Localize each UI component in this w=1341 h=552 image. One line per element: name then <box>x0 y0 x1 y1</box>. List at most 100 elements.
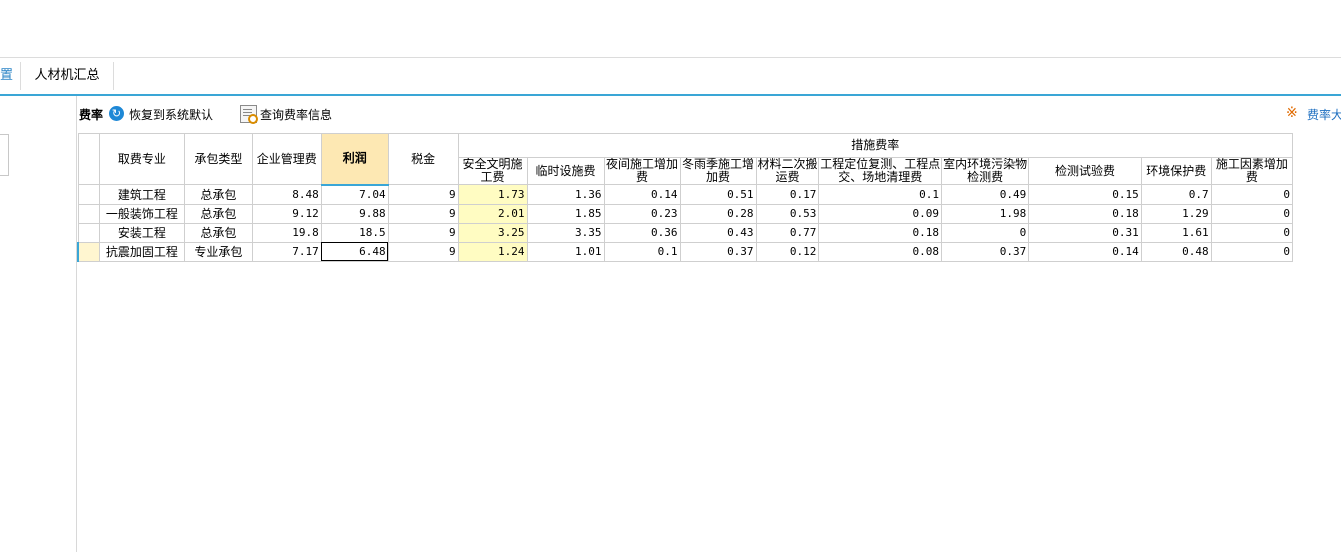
table-cell[interactable]: 0.49 <box>941 184 1030 205</box>
column-header[interactable]: 工程定位复测、工程点交、场地清理费 <box>818 157 943 185</box>
column-header[interactable]: 税金 <box>387 133 459 185</box>
row-indicator[interactable] <box>76 241 100 262</box>
column-header[interactable]: 环境保护费 <box>1140 157 1212 185</box>
table-cell[interactable]: 0.48 <box>1140 241 1212 262</box>
table-cell[interactable]: 0.1 <box>818 184 943 205</box>
table-cell[interactable]: 0.77 <box>755 222 820 243</box>
table-cell-selected[interactable]: 6.48 <box>320 241 389 262</box>
table-cell[interactable]: 抗震加固工程 <box>98 241 185 262</box>
table-cell[interactable]: 0.18 <box>818 222 943 243</box>
table-cell[interactable]: 0.12 <box>755 241 820 262</box>
table-row[interactable]: 一般装饰工程 总承包 9.12 9.88 9 2.01 1.85 0.23 0.… <box>77 203 1294 224</box>
column-header[interactable]: 夜间施工增加费 <box>603 157 681 185</box>
query-fee-rate-button[interactable]: 查询费率信息 <box>260 106 332 123</box>
table-cell[interactable]: 0.1 <box>603 241 681 262</box>
table-cell[interactable]: 19.8 <box>251 222 322 243</box>
table-cell[interactable]: 1.73 <box>457 184 528 205</box>
table-cell[interactable]: 0.36 <box>603 222 681 243</box>
table-row[interactable]: 建筑工程 总承包 8.48 7.04 9 1.73 1.36 0.14 0.51… <box>77 184 1294 205</box>
table-cell[interactable]: 0.14 <box>603 184 681 205</box>
table-cell[interactable]: 7.17 <box>251 241 322 262</box>
table-cell[interactable]: 0.18 <box>1028 203 1142 224</box>
table-cell[interactable]: 0.14 <box>1028 241 1142 262</box>
table-cell[interactable]: 1.36 <box>526 184 605 205</box>
table-cell[interactable]: 0.37 <box>941 241 1030 262</box>
table-cell[interactable]: 0 <box>941 222 1030 243</box>
column-header-selected[interactable]: 利润 <box>320 133 389 186</box>
table-cell[interactable]: 7.04 <box>320 184 389 205</box>
fee-rate-table: 取费专业 承包类型 企业管理费 利润 税金 措施费率 安全文明施工费 临时设施费… <box>76 133 1294 262</box>
column-header[interactable]: 检测试验费 <box>1028 157 1142 185</box>
table-cell[interactable]: 9.88 <box>320 203 389 224</box>
table-cell[interactable]: 0 <box>1210 241 1294 262</box>
restore-icon[interactable]: ↻ <box>109 106 124 121</box>
column-header[interactable]: 临时设施费 <box>526 157 605 185</box>
query-document-icon[interactable] <box>240 105 258 124</box>
table-cell[interactable]: 0.23 <box>603 203 681 224</box>
left-panel-field[interactable] <box>0 153 9 176</box>
table-cell[interactable]: 0.28 <box>679 203 757 224</box>
table-cell[interactable]: 9 <box>387 241 459 262</box>
column-header[interactable]: 室内环境污染物检测费 <box>941 157 1030 185</box>
restore-default-button[interactable]: 恢复到系统默认 <box>129 106 213 123</box>
table-cell[interactable]: 0.7 <box>1140 184 1212 205</box>
table-cell[interactable]: 9 <box>387 203 459 224</box>
table-cell[interactable]: 一般装饰工程 <box>98 203 185 224</box>
row-indicator-header <box>77 133 100 185</box>
column-header[interactable]: 承包类型 <box>183 133 253 185</box>
row-indicator[interactable] <box>77 184 100 205</box>
table-cell[interactable]: 1.98 <box>941 203 1030 224</box>
table-cell[interactable]: 1.01 <box>526 241 605 262</box>
table-cell[interactable]: 0.15 <box>1028 184 1142 205</box>
table-cell[interactable]: 2.01 <box>457 203 528 224</box>
table-cell[interactable]: 0.51 <box>679 184 757 205</box>
column-header[interactable]: 材料二次搬运费 <box>755 157 820 185</box>
table-cell[interactable]: 0.09 <box>818 203 943 224</box>
table-cell[interactable]: 总承包 <box>183 184 253 205</box>
tab-bar: 置 人材机汇总 <box>0 58 1341 96</box>
column-header[interactable]: 企业管理费 <box>251 133 322 185</box>
table-cell[interactable]: 1.61 <box>1140 222 1212 243</box>
table-cell[interactable]: 0.37 <box>679 241 757 262</box>
table-row-selected[interactable]: 抗震加固工程 专业承包 7.17 6.48 9 1.24 1.01 0.1 0.… <box>76 241 1294 262</box>
tab-settings-partial[interactable]: 置 <box>0 58 20 94</box>
column-header[interactable]: 施工因素增加费 <box>1210 157 1294 185</box>
column-header[interactable]: 冬雨季施工增加费 <box>679 157 757 185</box>
table-cell[interactable]: 安装工程 <box>98 222 185 243</box>
column-header[interactable]: 取费专业 <box>98 133 185 185</box>
table-cell[interactable]: 0.43 <box>679 222 757 243</box>
table-cell[interactable]: 9 <box>387 222 459 243</box>
table-cell[interactable]: 0.31 <box>1028 222 1142 243</box>
row-indicator[interactable] <box>77 203 100 224</box>
table-cell[interactable]: 专业承包 <box>183 241 253 262</box>
tab-labor-material-summary[interactable]: 人材机汇总 <box>21 58 113 94</box>
table-cell[interactable]: 0 <box>1210 184 1294 205</box>
table-cell[interactable]: 3.35 <box>526 222 605 243</box>
left-panel <box>0 96 77 552</box>
table-cell[interactable]: 0 <box>1210 222 1294 243</box>
table-row[interactable]: 安装工程 总承包 19.8 18.5 9 3.25 3.35 0.36 0.43… <box>77 222 1294 243</box>
table-cell[interactable]: 0.17 <box>755 184 820 205</box>
table-cell[interactable]: 1.24 <box>457 241 528 262</box>
table-cell[interactable]: 1.85 <box>526 203 605 224</box>
table-cell[interactable]: 18.5 <box>320 222 389 243</box>
left-panel-field[interactable] <box>0 134 9 154</box>
table-cell[interactable]: 0 <box>1210 203 1294 224</box>
table-cell[interactable]: 8.48 <box>251 184 322 205</box>
tab-divider <box>113 62 114 90</box>
table-cell[interactable]: 9.12 <box>251 203 322 224</box>
fee-rate-toolbar: 费率 ↻ 恢复到系统默认 查询费率信息 ※ 费率大 <box>77 103 1341 125</box>
fee-rate-warning-link[interactable]: 费率大 <box>1307 106 1341 123</box>
table-cell[interactable]: 0.08 <box>818 241 943 262</box>
top-blank-area <box>0 0 1341 58</box>
toolbar-title: 费率 <box>79 108 104 122</box>
table-cell[interactable]: 总承包 <box>183 222 253 243</box>
table-cell[interactable]: 总承包 <box>183 203 253 224</box>
table-cell[interactable]: 1.29 <box>1140 203 1212 224</box>
table-cell[interactable]: 建筑工程 <box>98 184 185 205</box>
row-indicator[interactable] <box>77 222 100 243</box>
column-header[interactable]: 安全文明施工费 <box>457 157 528 185</box>
table-cell[interactable]: 9 <box>387 184 459 205</box>
table-cell[interactable]: 3.25 <box>457 222 528 243</box>
table-cell[interactable]: 0.53 <box>755 203 820 224</box>
